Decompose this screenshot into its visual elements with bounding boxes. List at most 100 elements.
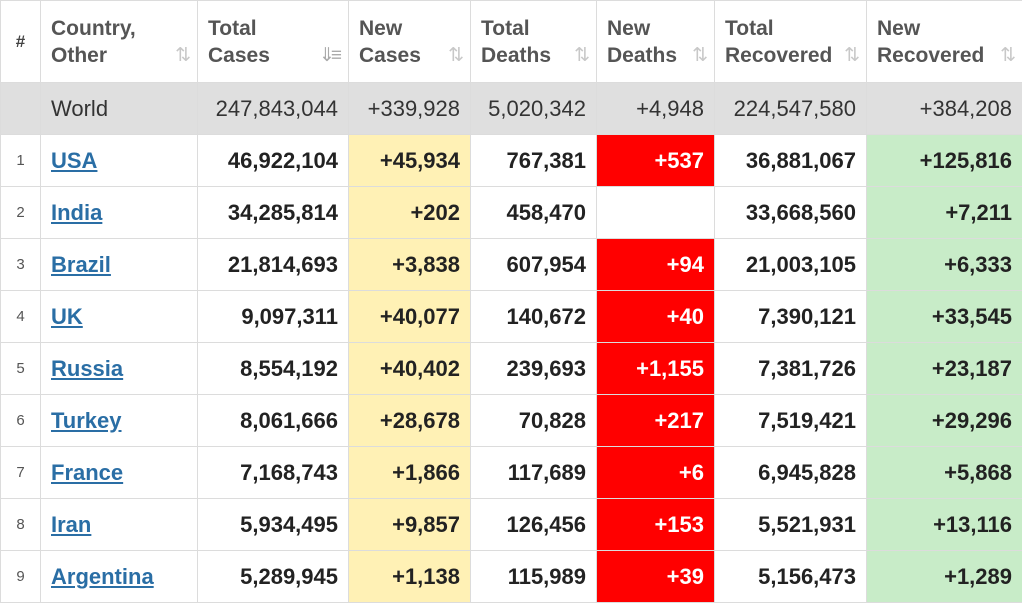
row-rank: 9 [0,550,41,603]
total-recovered-cell: 5,521,931 [714,498,867,551]
total-cases-cell: 21,814,693 [197,238,349,291]
total-recovered-cell: 33,668,560 [714,186,867,239]
sort-descending-icon[interactable]: ⇓≡ [319,42,342,69]
total-cases-cell: 46,922,104 [197,134,349,187]
country-link[interactable]: India [51,200,102,225]
country-link[interactable]: UK [51,304,83,329]
total-deaths-cell: 607,954 [470,238,597,291]
total-cases-cell: 5,934,495 [197,498,349,551]
new-cases-cell: +1,866 [348,446,471,499]
table-row: 4 UK 9,097,311 +40,077 140,672 +40 7,390… [0,290,1022,343]
country-link[interactable]: Iran [51,512,91,537]
new-recovered-cell: +29,296 [866,394,1022,447]
rank-label: 8 [16,516,25,533]
table-header-row: # Country, Other ⇅ Total Cases ⇓≡ New Cases… [0,0,1022,83]
total-deaths-cell: 126,456 [470,498,597,551]
new-recovered-cell: +5,868 [866,446,1022,499]
new-cases-cell: +40,077 [348,290,471,343]
world-total-recovered: 224,547,580 [714,82,867,135]
new-deaths-cell: +537 [596,134,715,187]
country-cell: Argentina [40,550,198,603]
header-country-line1: Country, [51,16,136,40]
new-recovered-cell: +6,333 [866,238,1022,291]
sort-icon[interactable]: ⇅ [574,42,590,69]
header-new-recovered-line1: New [877,16,921,40]
total-recovered-cell: 6,945,828 [714,446,867,499]
rank-label: 3 [16,256,25,273]
table-row: 6 Turkey 8,061,666 +28,678 70,828 +217 7… [0,394,1022,447]
header-new-cases[interactable]: New Cases ⇅ [348,0,471,83]
rank-label: 1 [16,152,25,169]
rank-label: 6 [16,412,25,429]
header-rank: # [0,0,41,83]
table-row: 7 France 7,168,743 +1,866 117,689 +6 6,9… [0,446,1022,499]
new-deaths-cell: +1,155 [596,342,715,395]
world-total-row: World 247,843,044 +339,928 5,020,342 +4,… [0,82,1022,135]
total-recovered-cell: 7,519,421 [714,394,867,447]
header-total-deaths-line2: Deaths [481,43,552,67]
header-total-deaths[interactable]: Total Deaths ⇅ [470,0,597,83]
country-cell: Brazil [40,238,198,291]
rank-label: 5 [16,360,25,377]
header-total-recovered-line1: Total [725,16,774,40]
new-deaths-cell: +6 [596,446,715,499]
new-cases-cell: +1,138 [348,550,471,603]
total-deaths-cell: 239,693 [470,342,597,395]
header-rank-label: # [15,32,26,51]
new-cases-cell: +202 [348,186,471,239]
country-link[interactable]: Argentina [51,564,154,589]
country-cell: France [40,446,198,499]
sort-icon[interactable]: ⇅ [844,42,860,69]
header-country[interactable]: Country, Other ⇅ [40,0,198,83]
sort-icon[interactable]: ⇅ [448,42,464,69]
new-cases-cell: +28,678 [348,394,471,447]
header-new-recovered[interactable]: New Recovered ⇅ [866,0,1022,83]
header-total-recovered[interactable]: Total Recovered ⇅ [714,0,867,83]
total-recovered-cell: 21,003,105 [714,238,867,291]
total-deaths-cell: 140,672 [470,290,597,343]
covid-stats-table: # Country, Other ⇅ Total Cases ⇓≡ New Cases… [0,0,1022,603]
table-row: 3 Brazil 21,814,693 +3,838 607,954 +94 2… [0,238,1022,291]
country-cell: UK [40,290,198,343]
header-new-cases-line2: Cases [359,43,421,67]
world-total-cases: 247,843,044 [197,82,349,135]
total-recovered-cell: 5,156,473 [714,550,867,603]
country-link[interactable]: USA [51,148,97,173]
world-new-cases: +339,928 [348,82,471,135]
total-deaths-cell: 117,689 [470,446,597,499]
new-recovered-cell: +13,116 [866,498,1022,551]
sort-icon[interactable]: ⇅ [1000,42,1016,69]
header-new-deaths[interactable]: New Deaths ⇅ [596,0,715,83]
rank-label: 2 [16,204,25,221]
new-recovered-cell: +33,545 [866,290,1022,343]
country-link[interactable]: Russia [51,356,123,381]
new-cases-cell: +3,838 [348,238,471,291]
country-cell: USA [40,134,198,187]
table-row: 9 Argentina 5,289,945 +1,138 115,989 +39… [0,550,1022,603]
header-new-recovered-line2: Recovered [877,43,985,67]
header-country-line2: Other [51,43,108,67]
country-cell: India [40,186,198,239]
new-recovered-cell: +23,187 [866,342,1022,395]
new-deaths-cell: +217 [596,394,715,447]
country-link[interactable]: France [51,460,123,485]
total-cases-cell: 7,168,743 [197,446,349,499]
country-cell: Iran [40,498,198,551]
new-cases-cell: +40,402 [348,342,471,395]
country-link[interactable]: Brazil [51,252,111,277]
row-rank: 6 [0,394,41,447]
sort-icon[interactable]: ⇅ [175,42,191,69]
total-cases-cell: 5,289,945 [197,550,349,603]
header-total-cases[interactable]: Total Cases ⇓≡ [197,0,349,83]
new-deaths-cell: +94 [596,238,715,291]
sort-icon[interactable]: ⇅ [692,42,708,69]
country-link[interactable]: Turkey [51,408,122,433]
new-recovered-cell: +125,816 [866,134,1022,187]
header-new-cases-line1: New [359,16,403,40]
row-rank: 8 [0,498,41,551]
total-deaths-cell: 458,470 [470,186,597,239]
new-deaths-cell: +153 [596,498,715,551]
country-cell: Russia [40,342,198,395]
row-rank: 2 [0,186,41,239]
new-recovered-cell: +1,289 [866,550,1022,603]
